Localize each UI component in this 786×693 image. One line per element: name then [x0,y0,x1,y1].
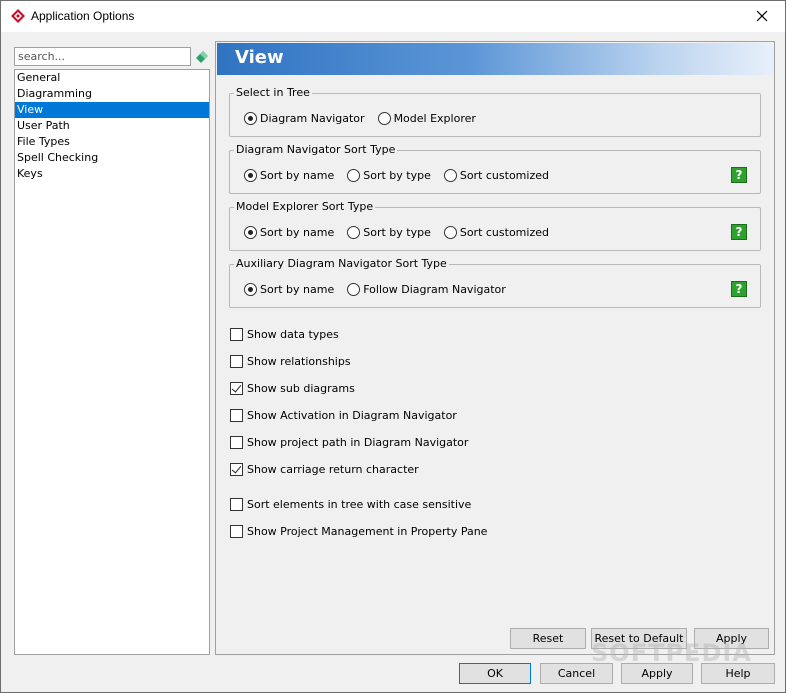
panel-title: View [235,47,284,68]
auxiliary-navigator-sort-group: Auxiliary Diagram Navigator Sort Type So… [229,257,761,308]
options-tree: General Diagramming View User Path File … [14,69,210,655]
group-label: Diagram Navigator Sort Type [234,143,398,156]
radio-diagram-navigator[interactable]: Diagram Navigator [244,111,365,125]
radio-sort-by-type[interactable]: Sort by type [347,225,431,239]
tree-item-file-types[interactable]: File Types [15,134,209,150]
app-logo-icon [11,9,25,23]
tree-item-user-path[interactable]: User Path [15,118,209,134]
model-explorer-sort-group: Model Explorer Sort Type Sort by name So… [229,200,761,251]
search-input[interactable] [14,47,191,66]
tree-item-diagramming[interactable]: Diagramming [15,86,209,102]
panel-header: View [217,43,774,75]
clear-search-icon[interactable] [195,50,209,64]
checkbox-show-carriage-return[interactable]: Show carriage return character [230,461,419,477]
close-icon [756,10,768,22]
radio-model-explorer[interactable]: Model Explorer [377,111,476,125]
reset-button[interactable]: Reset [510,628,586,649]
diagram-navigator-sort-group: Diagram Navigator Sort Type Sort by name… [229,143,761,194]
select-in-tree-group: Select in Tree Diagram Navigator Model E… [229,86,761,137]
application-options-window: Application Options General Diagramming … [0,0,786,693]
group-label: Auxiliary Diagram Navigator Sort Type [234,257,449,270]
tree-item-view[interactable]: View [15,102,209,118]
radio-follow-diagram-navigator[interactable]: Follow Diagram Navigator [347,282,506,296]
checkbox-show-data-types[interactable]: Show data types [230,326,339,342]
radio-sort-customized[interactable]: Sort customized [443,168,549,182]
checkbox-show-project-path[interactable]: Show project path in Diagram Navigator [230,434,468,450]
group-label: Select in Tree [234,86,312,99]
help-icon[interactable]: ? [731,167,747,183]
checkbox-sort-case-sensitive[interactable]: Sort elements in tree with case sensitiv… [230,496,471,512]
view-settings-panel: View Select in Tree Diagram Navigator Mo… [215,41,775,655]
title-bar[interactable]: Application Options [1,1,785,32]
checkbox-show-project-management[interactable]: Show Project Management in Property Pane [230,523,487,539]
tree-item-general[interactable]: General [15,70,209,86]
apply-button[interactable]: Apply [621,663,693,684]
checkbox-show-activation[interactable]: Show Activation in Diagram Navigator [230,407,457,423]
radio-sort-by-type[interactable]: Sort by type [347,168,431,182]
window-title: Application Options [31,9,135,23]
cancel-button[interactable]: Cancel [540,663,613,684]
panel-apply-button[interactable]: Apply [694,628,769,649]
checkbox-show-relationships[interactable]: Show relationships [230,353,351,369]
checkbox-show-sub-diagrams[interactable]: Show sub diagrams [230,380,355,396]
close-button[interactable] [739,1,785,32]
radio-sort-by-name[interactable]: Sort by name [244,282,334,296]
tree-item-spell-checking[interactable]: Spell Checking [15,150,209,166]
radio-sort-customized[interactable]: Sort customized [443,225,549,239]
radio-sort-by-name[interactable]: Sort by name [244,225,334,239]
tree-item-keys[interactable]: Keys [15,166,209,182]
help-button[interactable]: Help [701,663,775,684]
group-label: Model Explorer Sort Type [234,200,376,213]
help-icon[interactable]: ? [731,224,747,240]
ok-button[interactable]: OK [459,663,531,684]
help-icon[interactable]: ? [731,281,747,297]
radio-sort-by-name[interactable]: Sort by name [244,168,334,182]
reset-to-default-button[interactable]: Reset to Default [591,628,687,649]
